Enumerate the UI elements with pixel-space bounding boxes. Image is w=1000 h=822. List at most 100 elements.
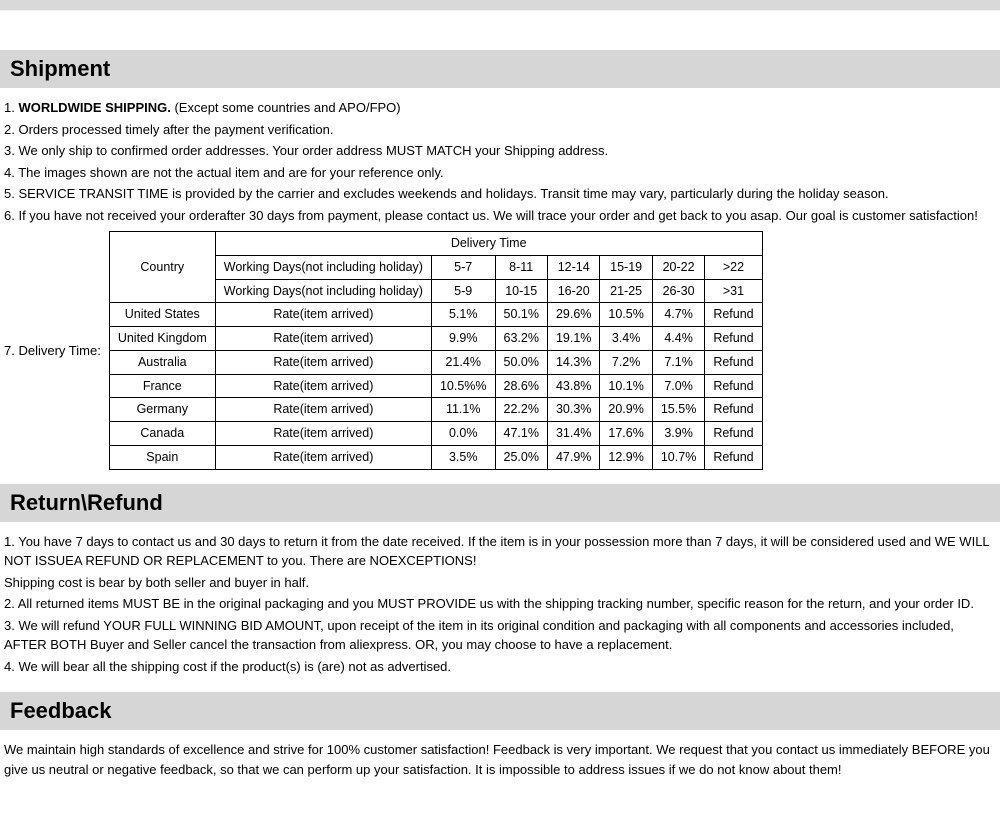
table-cell: 20-22 [652,255,704,279]
table-cell: 0.0% [431,422,495,446]
table-row: United KingdomRate(item arrived)9.9%63.2… [109,327,762,351]
table-cell: Working Days(not including holiday) [215,255,431,279]
table-cell: Working Days(not including holiday) [215,279,431,303]
table-row: FranceRate(item arrived)10.5%%28.6%43.8%… [109,374,762,398]
table-cell: Refund [705,398,762,422]
table-cell: 7.0% [652,374,704,398]
table-cell: >22 [705,255,762,279]
delivery-time-row: 7. Delivery Time: CountryDelivery TimeWo… [4,231,996,470]
shipment-line-4: 4. The images shown are not the actual i… [4,163,996,183]
table-cell: Rate(item arrived) [215,398,431,422]
shipment-line-1: 1. WORLDWIDE SHIPPING. (Except some coun… [4,98,996,118]
table-cell: 17.6% [600,422,652,446]
table-cell: 31.4% [547,422,599,446]
table-cell: 21-25 [600,279,652,303]
top-gap [0,10,1000,50]
heading-feedback: Feedback [0,692,1000,730]
table-cell: 8-11 [495,255,547,279]
table-cell: Rate(item arrived) [215,303,431,327]
table-cell: Rate(item arrived) [215,374,431,398]
table-cell: 15.5% [652,398,704,422]
table-cell: 11.1% [431,398,495,422]
table-cell: 29.6% [547,303,599,327]
table-cell: 7.2% [600,350,652,374]
return-line-2: 2. All returned items MUST BE in the ori… [4,594,996,614]
table-cell: 47.9% [547,445,599,469]
table-cell: United States [109,303,215,327]
table-cell: 5.1% [431,303,495,327]
table-row: CountryDelivery Time [109,232,762,256]
table-cell: Refund [705,445,762,469]
table-row: GermanyRate(item arrived)11.1%22.2%30.3%… [109,398,762,422]
delivery-time-label: 7. Delivery Time: [4,341,107,361]
table-cell: Delivery Time [215,232,762,256]
table-cell: 28.6% [495,374,547,398]
table-cell: Refund [705,327,762,351]
shipment-line-6: 6. If you have not received your orderaf… [4,206,996,226]
table-cell: 12-14 [547,255,599,279]
table-cell: 4.7% [652,303,704,327]
table-cell: 3.5% [431,445,495,469]
table-cell: 50.1% [495,303,547,327]
table-cell: Refund [705,374,762,398]
delivery-time-table: CountryDelivery TimeWorking Days(not inc… [109,231,763,470]
table-cell: 25.0% [495,445,547,469]
table-cell: 22.2% [495,398,547,422]
table-row: AustraliaRate(item arrived)21.4%50.0%14.… [109,350,762,374]
table-cell: 20.9% [600,398,652,422]
table-cell: 10.5% [600,303,652,327]
table-row: United StatesRate(item arrived)5.1%50.1%… [109,303,762,327]
table-cell: Refund [705,303,762,327]
table-cell: 19.1% [547,327,599,351]
table-row: CanadaRate(item arrived)0.0%47.1%31.4%17… [109,422,762,446]
feedback-section: We maintain high standards of excellence… [0,730,1000,795]
table-cell: 50.0% [495,350,547,374]
return-section: 1. You have 7 days to contact us and 30 … [0,522,1000,693]
feedback-line-1: We maintain high standards of excellence… [4,740,996,779]
table-cell: 3.4% [600,327,652,351]
heading-return: Return\Refund [0,484,1000,522]
text: (Except some countries and APO/FPO) [171,100,401,115]
table-cell: 16-20 [547,279,599,303]
table-cell: Country [109,232,215,303]
heading-shipment: Shipment [0,50,1000,88]
table-cell: 63.2% [495,327,547,351]
table-cell: Germany [109,398,215,422]
table-cell: 5-7 [431,255,495,279]
table-cell: 10.7% [652,445,704,469]
shipment-line-3: 3. We only ship to confirmed order addre… [4,141,996,161]
table-cell: 43.8% [547,374,599,398]
table-cell: 5-9 [431,279,495,303]
table-cell: Rate(item arrived) [215,445,431,469]
return-line-4: 4. We will bear all the shipping cost if… [4,657,996,677]
shipment-line-5: 5. SERVICE TRANSIT TIME is provided by t… [4,184,996,204]
table-row: SpainRate(item arrived)3.5%25.0%47.9%12.… [109,445,762,469]
table-cell: Australia [109,350,215,374]
text: 1. [4,100,18,115]
shipment-line-2: 2. Orders processed timely after the pay… [4,120,996,140]
text-bold: WORLDWIDE SHIPPING. [18,100,170,115]
table-cell: 10-15 [495,279,547,303]
table-cell: 26-30 [652,279,704,303]
table-cell: Rate(item arrived) [215,327,431,351]
table-cell: 15-19 [600,255,652,279]
table-cell: United Kingdom [109,327,215,351]
table-cell: 30.3% [547,398,599,422]
table-cell: Canada [109,422,215,446]
table-cell: >31 [705,279,762,303]
return-line-1b: Shipping cost is bear by both seller and… [4,573,996,593]
table-cell: 21.4% [431,350,495,374]
table-cell: 10.1% [600,374,652,398]
table-cell: 47.1% [495,422,547,446]
return-line-3: 3. We will refund YOUR FULL WINNING BID … [4,616,996,655]
table-cell: Refund [705,350,762,374]
table-cell: Spain [109,445,215,469]
table-cell: 12.9% [600,445,652,469]
table-cell: 14.3% [547,350,599,374]
top-bar [0,0,1000,10]
table-cell: France [109,374,215,398]
table-cell: 4.4% [652,327,704,351]
table-cell: 7.1% [652,350,704,374]
table-cell: Refund [705,422,762,446]
table-cell: Rate(item arrived) [215,350,431,374]
